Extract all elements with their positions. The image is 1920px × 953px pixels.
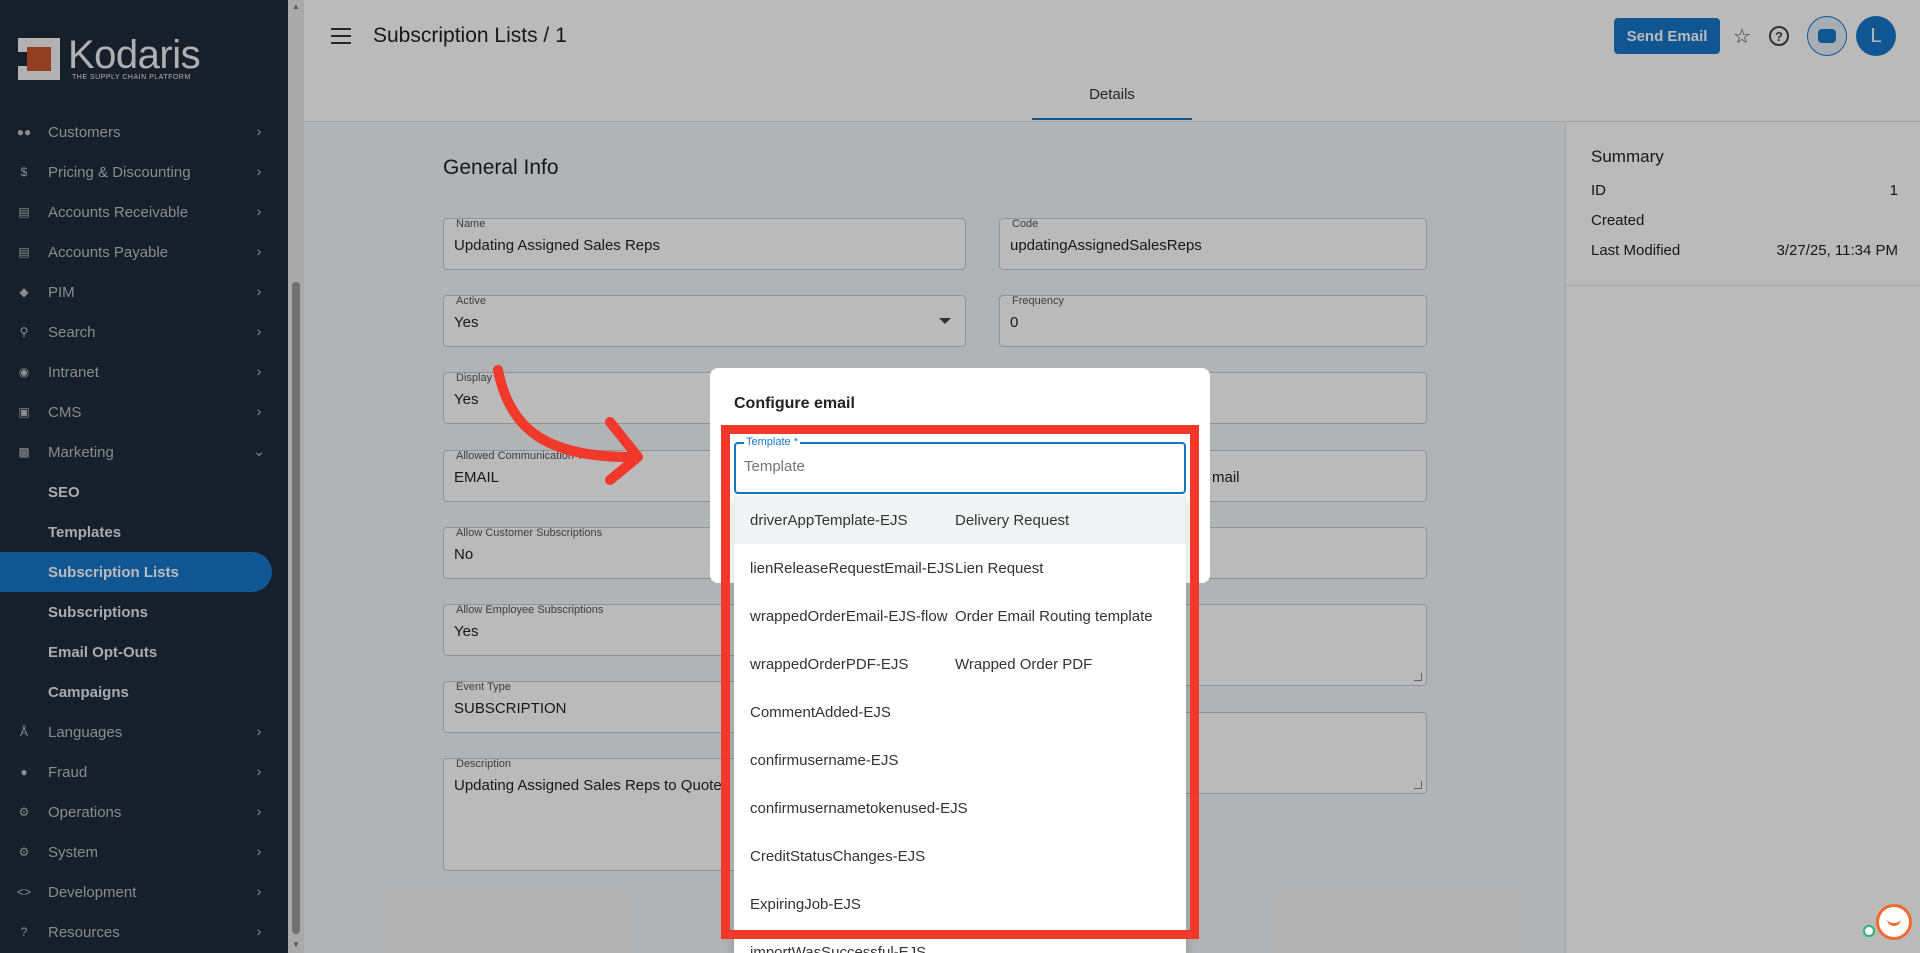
option-code: confirmusernametokenused-EJS <box>750 799 968 817</box>
list-item[interactable]: importWasSuccessful-EJS <box>734 928 1186 953</box>
chat-support-icon[interactable] <box>1876 904 1912 940</box>
dialog-title: Configure email <box>734 395 855 412</box>
list-item[interactable]: ExpiringJob-EJS <box>734 880 1186 928</box>
list-item[interactable]: confirmusernametokenused-EJS <box>734 784 1186 832</box>
option-name: Wrapped Order PDF <box>955 655 1093 673</box>
option-name: Lien Request <box>955 559 1044 577</box>
template-input[interactable] <box>744 458 1164 475</box>
option-name: Order Email Routing template <box>955 607 1153 625</box>
template-autocomplete[interactable]: Template * <box>734 436 1186 494</box>
list-item[interactable]: confirmusername-EJS <box>734 736 1186 784</box>
option-code: driverAppTemplate-EJS <box>750 511 908 529</box>
list-item[interactable]: wrappedOrderEmail-EJS-flow Order Email Ro… <box>734 592 1186 640</box>
option-code: CommentAdded-EJS <box>750 703 891 721</box>
list-item[interactable]: wrappedOrderPDF-EJS Wrapped Order PDF <box>734 640 1186 688</box>
online-status-icon <box>1863 925 1875 937</box>
option-code: importWasSuccessful-EJS <box>750 943 927 953</box>
option-code: CreditStatusChanges-EJS <box>750 847 926 865</box>
list-item[interactable]: driverAppTemplate-EJS Delivery Request <box>734 496 1186 544</box>
list-item[interactable]: CreditStatusChanges-EJS <box>734 832 1186 880</box>
option-name: Delivery Request <box>955 511 1070 529</box>
template-options-list[interactable]: driverAppTemplate-EJS Delivery Request li… <box>734 496 1186 953</box>
option-code: wrappedOrderEmail-EJS-flow <box>750 607 948 625</box>
option-code: wrappedOrderPDF-EJS <box>750 655 909 673</box>
option-code: confirmusername-EJS <box>750 751 899 769</box>
template-label: Template * <box>744 436 800 448</box>
option-code: ExpiringJob-EJS <box>750 895 861 913</box>
list-item[interactable]: CommentAdded-EJS <box>734 688 1186 736</box>
option-code: lienReleaseRequestEmail-EJS <box>750 559 955 577</box>
list-item[interactable]: lienReleaseRequestEmail-EJS Lien Request <box>734 544 1186 592</box>
annotation-arrow-icon <box>493 365 643 485</box>
